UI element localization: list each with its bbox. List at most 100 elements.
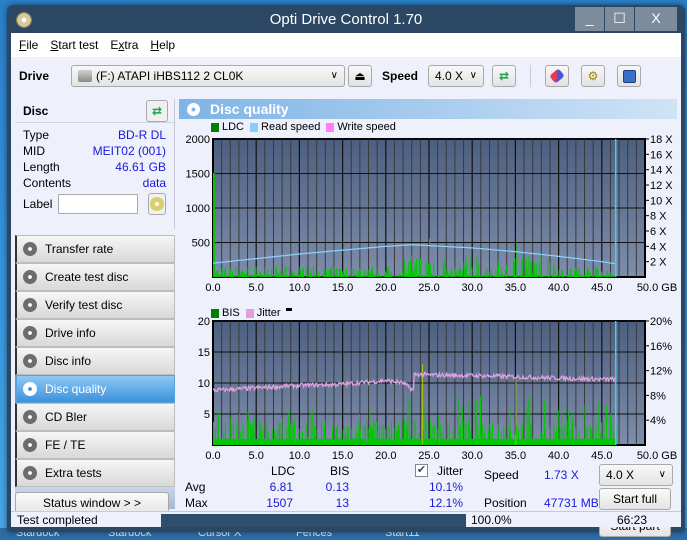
bar <box>513 438 515 445</box>
bar <box>346 428 348 445</box>
bar <box>483 429 485 445</box>
bar <box>595 267 597 277</box>
bar <box>317 275 319 277</box>
bar <box>301 438 303 445</box>
nav-item-drive-info[interactable]: Drive info <box>15 319 175 347</box>
bar <box>559 274 561 277</box>
bar <box>403 419 405 445</box>
save-button[interactable] <box>617 65 641 87</box>
bar <box>382 438 384 445</box>
nav-item-transfer-rate[interactable]: Transfer rate <box>15 235 175 263</box>
bar <box>528 256 530 277</box>
bar <box>473 275 475 277</box>
disc-label-input[interactable] <box>58 194 139 214</box>
close-button[interactable]: X <box>635 7 677 31</box>
bar <box>539 438 541 445</box>
bar <box>575 426 577 445</box>
bar <box>500 267 502 277</box>
bar <box>439 274 441 277</box>
nav-item-label: Disc quality <box>45 382 107 396</box>
drive-select[interactable]: (F:) ATAPI iHBS112 2 CL0K ∨ <box>71 65 345 87</box>
bar <box>425 421 427 445</box>
bar <box>452 429 454 445</box>
menu-help[interactable]: Help <box>150 38 175 52</box>
bar <box>606 275 608 277</box>
bar <box>481 423 483 445</box>
nav-item-verify-test-disc[interactable]: Verify test disc <box>15 291 175 319</box>
title-bar[interactable]: Opti Drive Control 1.70 _ ☐ X <box>7 5 685 33</box>
eject-icon: ⏏ <box>354 69 366 83</box>
bar <box>286 274 288 277</box>
menu-extra[interactable]: Extra <box>110 38 138 52</box>
settings-button[interactable]: ⚙ <box>581 65 605 87</box>
disc-refresh-button[interactable]: ⇄ <box>146 99 168 122</box>
jitter-checkbox[interactable]: ✔ <box>415 464 428 477</box>
bar <box>438 275 440 277</box>
bar <box>571 275 573 277</box>
start-full-button[interactable]: Start full <box>599 488 671 510</box>
bar <box>574 438 576 445</box>
bar <box>592 275 594 277</box>
bar <box>341 270 343 277</box>
bar <box>430 435 432 445</box>
bar <box>368 275 370 277</box>
nav-item-extra-tests[interactable]: Extra tests <box>15 459 175 487</box>
bar <box>452 275 454 277</box>
bar <box>521 260 523 277</box>
bar <box>443 438 445 445</box>
avg-label: Avg <box>185 480 206 494</box>
disc-label-apply-button[interactable] <box>148 193 166 215</box>
bar <box>335 427 337 445</box>
bar <box>385 272 387 277</box>
bar <box>259 271 261 277</box>
bar <box>402 272 404 277</box>
refresh-button[interactable]: ⇄ <box>492 65 516 87</box>
x-tick-label: 5.0 <box>249 282 264 291</box>
bar <box>441 276 443 277</box>
erase-icon <box>549 68 565 84</box>
bar <box>229 270 231 277</box>
nav-item-create-test-disc[interactable]: Create test disc <box>15 263 175 291</box>
y-right-tick-label: 20% <box>650 317 672 328</box>
bar <box>487 428 489 445</box>
menu-file[interactable]: File <box>19 38 38 52</box>
bar <box>508 426 510 445</box>
eject-button[interactable]: ⏏ <box>348 65 372 87</box>
disc-function-icon <box>23 242 37 256</box>
nav-item-disc-info[interactable]: Disc info <box>15 347 175 375</box>
bar <box>474 275 476 277</box>
x-tick-label: 20.0 <box>375 282 396 291</box>
bar <box>593 415 595 445</box>
speed-select[interactable]: 4.0 X ∨ <box>428 65 484 87</box>
bar <box>319 276 321 277</box>
bar <box>467 276 469 277</box>
bar <box>264 266 266 277</box>
bar <box>507 438 509 445</box>
bar <box>390 421 392 445</box>
bar <box>395 275 397 277</box>
bar <box>373 436 375 445</box>
bar <box>302 267 304 277</box>
erase-button[interactable] <box>545 65 569 87</box>
bar <box>546 438 548 445</box>
bar <box>387 266 389 277</box>
bar <box>496 275 498 277</box>
nav-item-fe-te[interactable]: FE / TE <box>15 431 175 459</box>
bar <box>441 432 443 445</box>
bar <box>309 438 311 445</box>
minimize-button[interactable]: _ <box>575 7 605 31</box>
x-tick-label: 40.0 <box>548 282 569 291</box>
bar <box>468 400 470 445</box>
nav-item-disc-quality[interactable]: Disc quality <box>15 375 175 403</box>
bar <box>282 273 284 277</box>
bar <box>361 438 363 445</box>
maximize-button[interactable]: ☐ <box>605 7 635 31</box>
menu-start-test[interactable]: Start test <box>50 38 98 52</box>
bar <box>240 271 242 277</box>
bar <box>480 274 482 277</box>
bar <box>444 438 446 445</box>
bar <box>477 425 479 445</box>
bar <box>358 422 360 445</box>
test-speed-select[interactable]: 4.0 X ∨ <box>599 464 673 486</box>
nav-item-cd-bler[interactable]: CD Bler <box>15 403 175 431</box>
